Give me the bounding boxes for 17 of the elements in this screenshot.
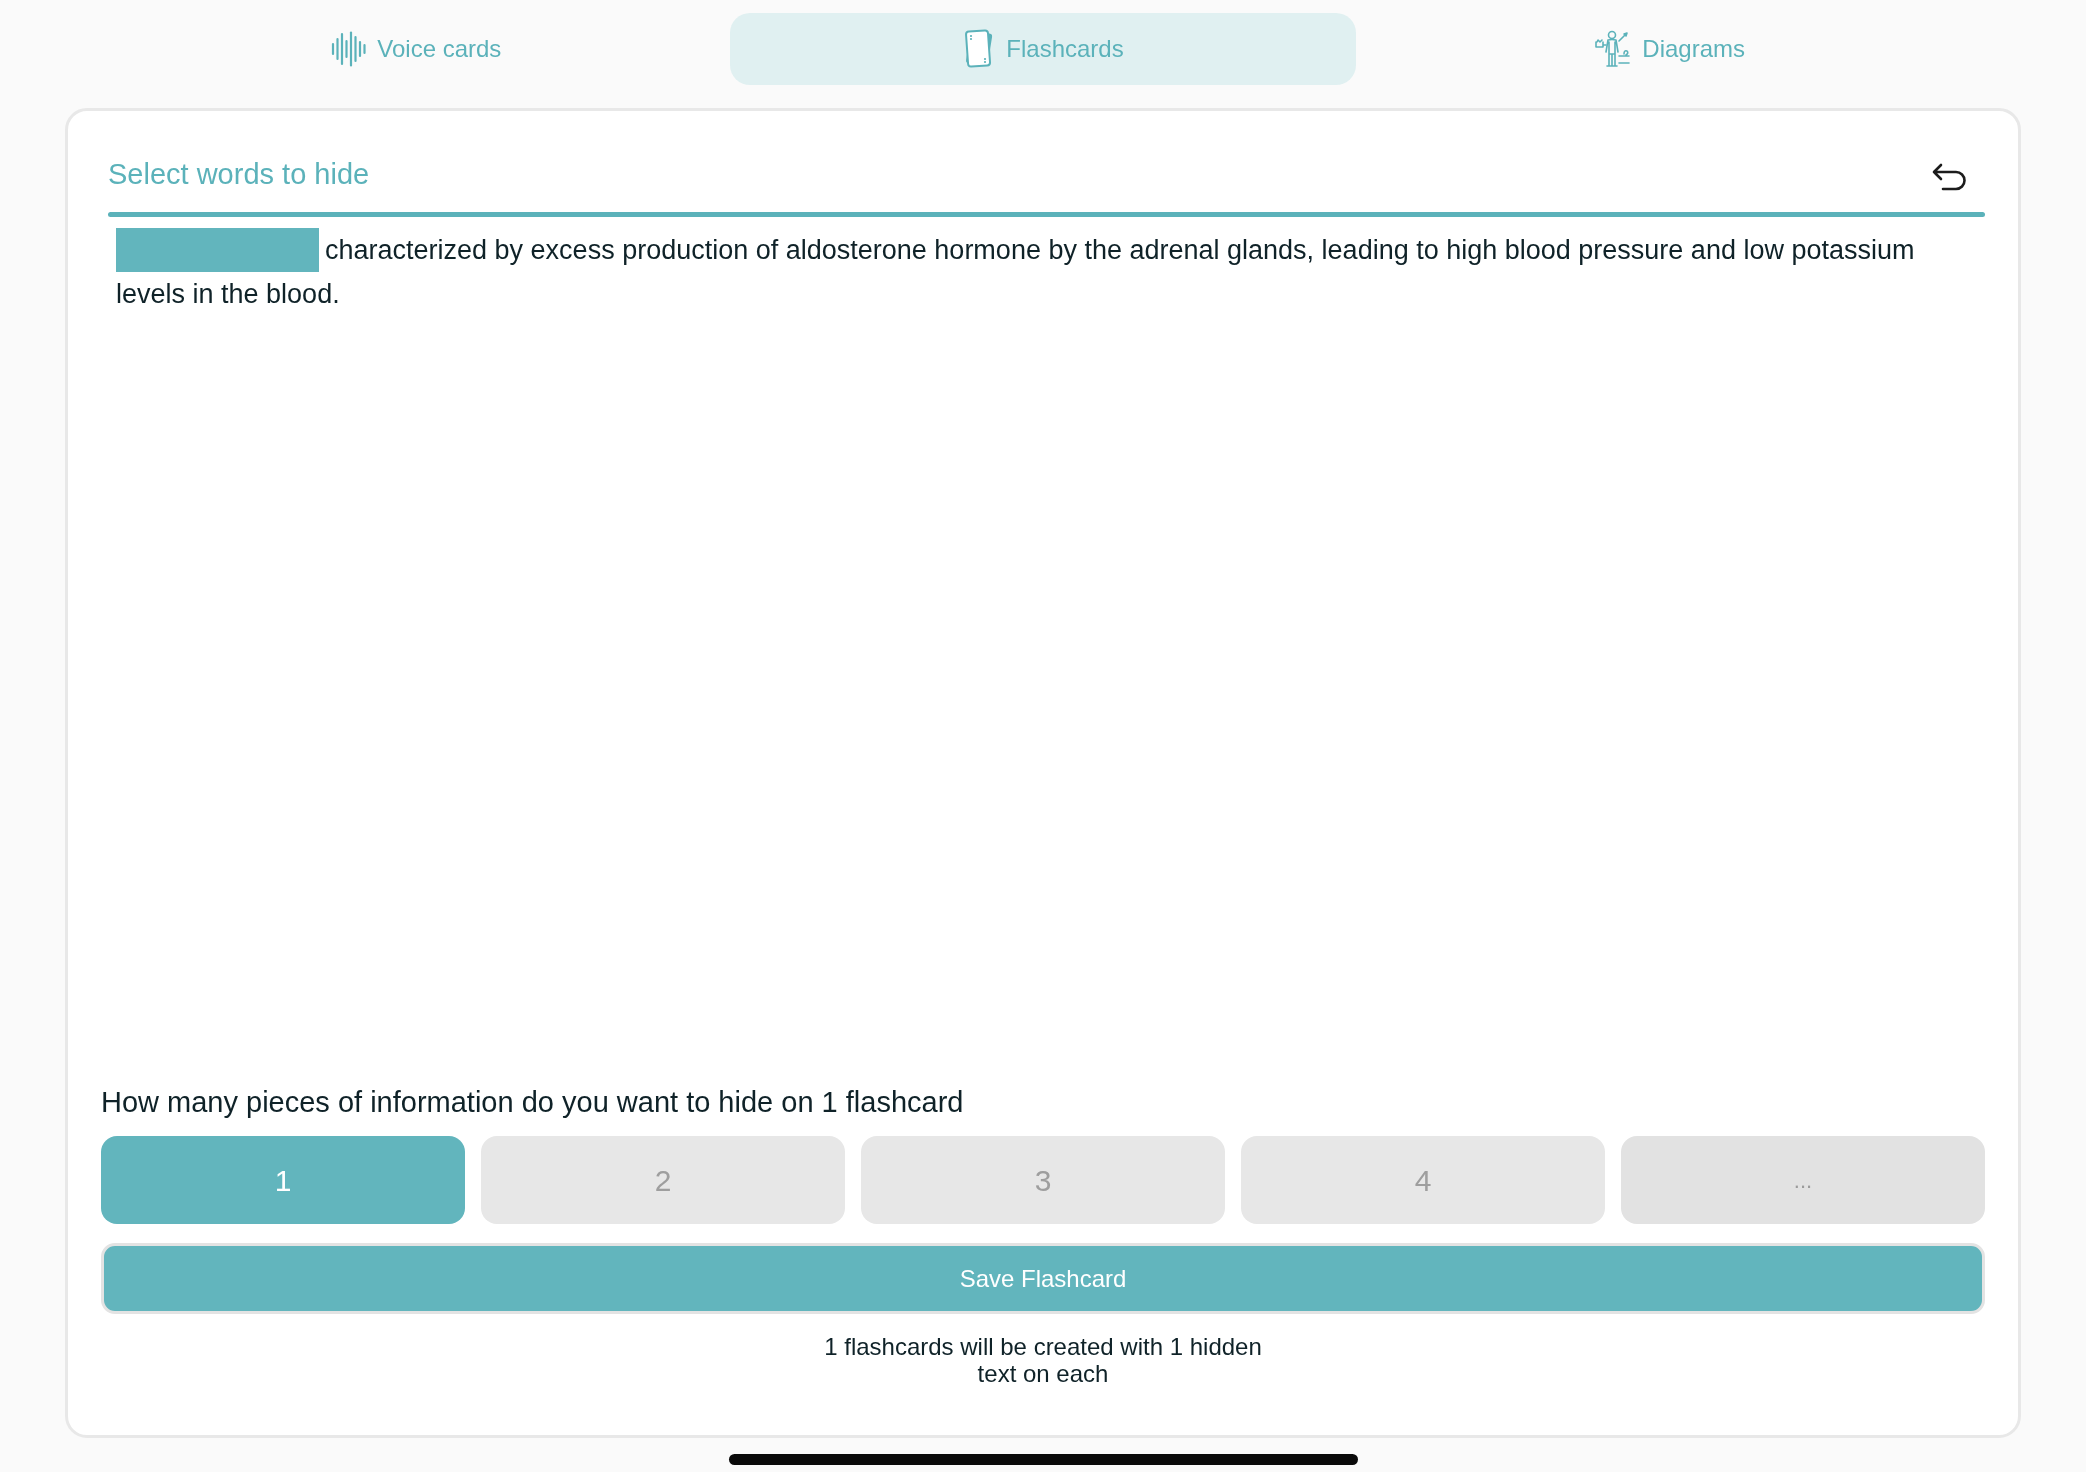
figure-diagram-icon [1594,30,1633,68]
count-option[interactable]: 1 [101,1136,465,1224]
save-flashcard-button[interactable]: Save Flashcard [101,1243,1985,1314]
count-option[interactable]: 4 [1241,1136,1605,1224]
passage-text: characterized by excess production of aldosterone hormone by the adrenal glands, leading to high blood pressure and low potassium [325,234,1915,267]
count-option[interactable]: 2 [481,1136,845,1224]
tab[interactable]: Flashcards [729,13,1357,85]
waveform-icon [331,31,368,67]
undo-icon[interactable] [1931,163,1967,193]
tab[interactable]: Diagrams [1594,13,1746,85]
count-option[interactable]: 3 [861,1136,1225,1224]
editor-title: Select words to hide [108,157,370,191]
summary-text: 1 flashcards will be created with 1 hidden text on each [823,1333,1263,1387]
passage-text: levels in the blood. [116,278,340,311]
question-text: How many pieces of information do you want to hide on 1 flashcard [101,1085,964,1119]
tab[interactable]: Voice cards [331,13,502,85]
count-option[interactable]: ... [1621,1136,1985,1224]
